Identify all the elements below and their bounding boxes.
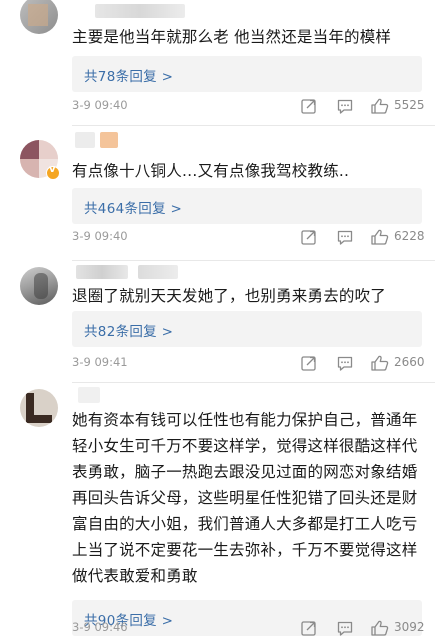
username-blurred[interactable] bbox=[76, 265, 128, 279]
username-blurred[interactable] bbox=[78, 387, 100, 403]
username-blurred[interactable] bbox=[138, 265, 178, 279]
like-count: 3092 bbox=[394, 620, 425, 634]
share-icon[interactable] bbox=[300, 354, 318, 372]
comment-text-line: 轻小女生可千万不要这样学，觉得这样很酷这样代 bbox=[72, 437, 418, 455]
avatar[interactable] bbox=[20, 267, 58, 305]
like-count: 6228 bbox=[394, 229, 425, 243]
like-count: 5525 bbox=[394, 98, 425, 112]
comment-icon[interactable] bbox=[336, 619, 354, 637]
comment-icon[interactable] bbox=[336, 354, 354, 372]
comment-text: 有点像十八铜人…又有点像我驾校教练.. bbox=[72, 162, 350, 180]
comment-meta: 3-9 09:46 3092 bbox=[72, 620, 427, 636]
comment-text-line: 上当了说不定要花一生去弥补，千万不要觉得这样 bbox=[72, 541, 418, 559]
comment-meta: 3-9 09:40 6228 bbox=[72, 229, 427, 245]
comment-text: 退圈了就别天天发她了，也别勇来勇去的吹了 bbox=[72, 287, 387, 305]
reply-summary[interactable]: 共78条回复 > bbox=[72, 56, 422, 92]
comment-item: 她有资本有钱可以任性也有能力保护自己，普通年 轻小女生可千万不要这样学，觉得这样… bbox=[0, 383, 435, 640]
username-blurred[interactable] bbox=[75, 132, 95, 148]
username-blurred[interactable] bbox=[100, 132, 118, 148]
reply-summary[interactable]: 共82条回复 > bbox=[72, 311, 422, 347]
share-icon[interactable] bbox=[300, 619, 318, 637]
comment-text-line: 她有资本有钱可以任性也有能力保护自己，普通年 bbox=[72, 411, 418, 429]
comment-icon[interactable] bbox=[336, 97, 354, 115]
comment-text-line: 再回头告诉父母，这些明星任性犯错了回头还是财 bbox=[72, 489, 418, 507]
timestamp: 3-9 09:41 bbox=[72, 355, 128, 369]
timestamp: 3-9 09:40 bbox=[72, 229, 128, 243]
timestamp: 3-9 09:40 bbox=[72, 98, 128, 112]
thumbs-up-icon[interactable] bbox=[370, 97, 390, 115]
reply-count-link[interactable]: 共464条回复 > bbox=[84, 197, 182, 217]
thumbs-up-icon[interactable] bbox=[370, 354, 390, 372]
comment-meta: 3-9 09:40 5525 bbox=[72, 98, 427, 114]
reply-summary[interactable]: 共464条回复 > bbox=[72, 188, 422, 224]
reply-count-link[interactable]: 共82条回复 > bbox=[84, 320, 173, 340]
comment-text-line: 富自由的大小姐，我们普通人大多都是打工人吃亏 bbox=[72, 515, 418, 533]
verified-badge-icon bbox=[46, 164, 60, 180]
comment-item: 退圈了就别天天发她了，也别勇来勇去的吹了 共82条回复 > 3-9 09:41 … bbox=[0, 261, 435, 382]
comment-icon[interactable] bbox=[336, 228, 354, 246]
comment-text: 她有资本有钱可以任性也有能力保护自己，普通年 轻小女生可千万不要这样学，觉得这样… bbox=[72, 407, 420, 589]
comment-text-line: 表勇敢，脑子一热跑去跟没见过面的网恋对象结婚 bbox=[72, 463, 418, 481]
timestamp: 3-9 09:46 bbox=[72, 620, 128, 634]
comment-text-line: 做代表敢爱和勇敢 bbox=[72, 567, 198, 585]
thumbs-up-icon[interactable] bbox=[370, 619, 390, 637]
like-count: 2660 bbox=[394, 355, 425, 369]
reply-count-link[interactable]: 共78条回复 > bbox=[84, 65, 173, 85]
share-icon[interactable] bbox=[300, 228, 318, 246]
comment-item: 主要是他当年就那么老 他当然还是当年的模样 共78条回复 > 3-9 09:40… bbox=[0, 0, 435, 125]
username-blurred[interactable] bbox=[95, 4, 185, 18]
comment-item: 有点像十八铜人…又有点像我驾校教练.. 共464条回复 > 3-9 09:40 … bbox=[0, 126, 435, 260]
avatar[interactable] bbox=[20, 389, 58, 427]
thumbs-up-icon[interactable] bbox=[370, 228, 390, 246]
comment-meta: 3-9 09:41 2660 bbox=[72, 355, 427, 371]
avatar[interactable] bbox=[20, 0, 58, 34]
comment-text: 主要是他当年就那么老 他当然还是当年的模样 bbox=[72, 28, 392, 46]
share-icon[interactable] bbox=[300, 97, 318, 115]
